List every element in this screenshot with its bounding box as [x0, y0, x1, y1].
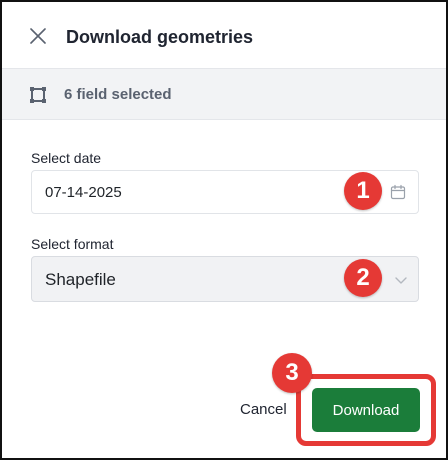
selection-summary: 6 field selected — [2, 68, 446, 120]
dialog-header: Download geometries — [2, 2, 446, 68]
chevron-down-icon — [395, 277, 407, 284]
download-button[interactable]: Download — [312, 388, 420, 432]
cancel-button[interactable]: Cancel — [236, 399, 291, 420]
close-icon — [30, 28, 46, 44]
close-button[interactable] — [27, 25, 49, 47]
callout-badge-1: 1 — [344, 172, 382, 210]
field-boundary-icon — [30, 87, 46, 103]
format-value: Shapefile — [45, 270, 116, 289]
download-geometries-dialog: Download geometries 6 field selected Sel… — [0, 0, 448, 460]
callout-badge-2: 2 — [344, 259, 382, 297]
dialog-title: Download geometries — [66, 27, 254, 47]
date-label: Select date — [31, 150, 102, 166]
calendar-icon[interactable] — [390, 184, 406, 200]
format-label: Select format — [31, 236, 114, 252]
selection-count-text: 6 field selected — [64, 86, 172, 103]
date-value: 07-14-2025 — [45, 184, 122, 201]
callout-badge-3: 3 — [272, 353, 312, 393]
